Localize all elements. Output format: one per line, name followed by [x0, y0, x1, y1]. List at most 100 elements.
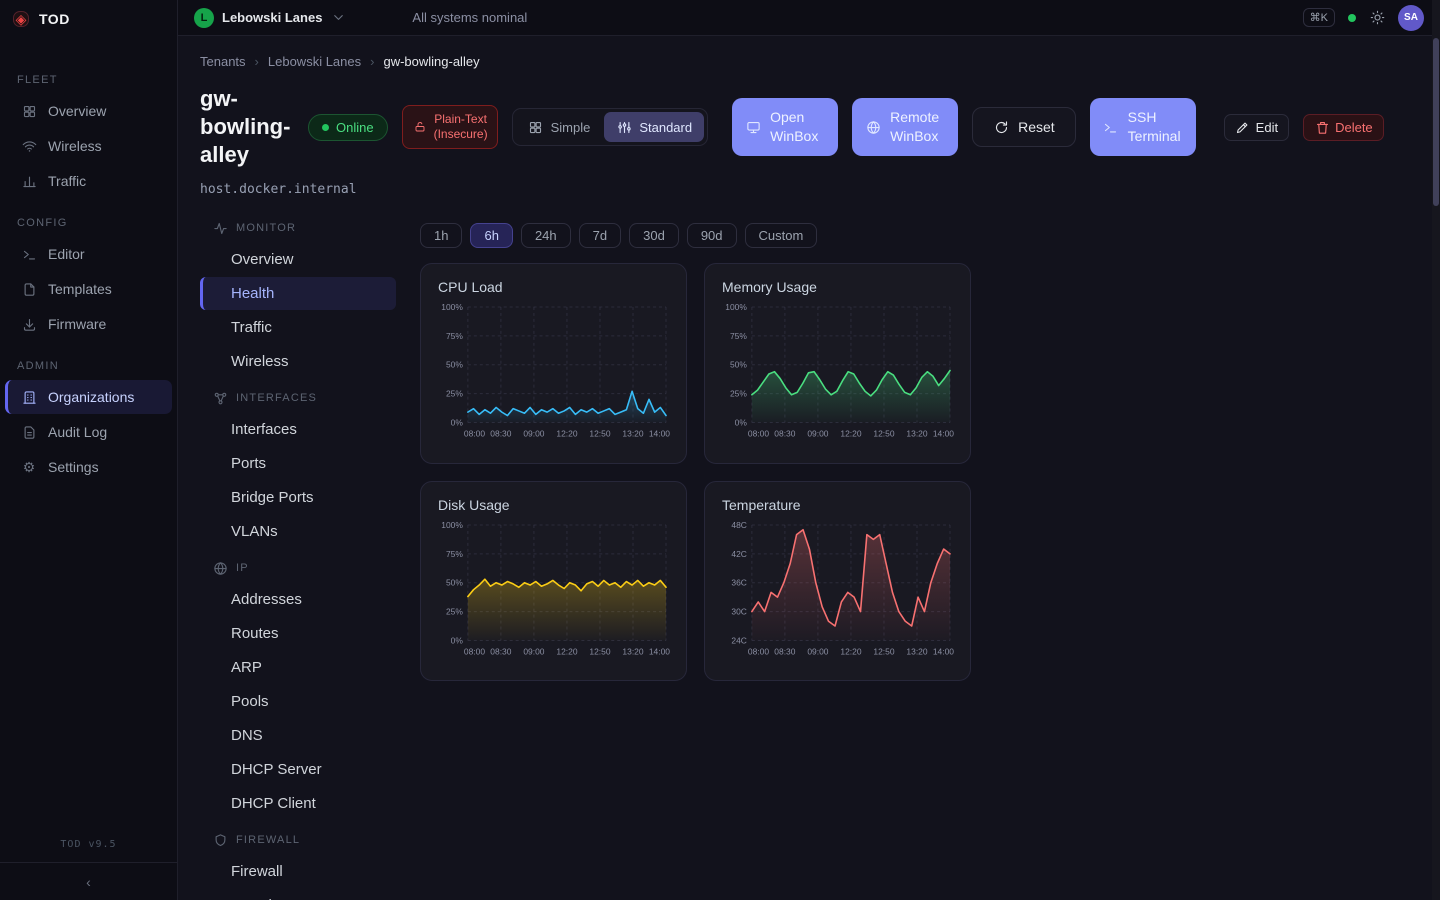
subnav-item-overview[interactable]: Overview — [200, 243, 396, 276]
sidebar-section-label-admin: ADMIN — [0, 342, 177, 379]
breadcrumb-item-tenants[interactable]: Tenants — [200, 54, 246, 69]
svg-text:0%: 0% — [451, 418, 464, 428]
svg-text:48C: 48C — [731, 520, 747, 530]
subnav-item-health[interactable]: Health — [200, 277, 396, 310]
activity-icon — [212, 220, 228, 236]
sidebar-item-wireless[interactable]: Wireless — [5, 129, 172, 163]
audit-icon — [21, 424, 37, 440]
svg-text:08:00: 08:00 — [464, 429, 485, 439]
svg-text:75%: 75% — [730, 331, 747, 341]
command-palette-shortcut[interactable]: ⌘K — [1303, 8, 1335, 27]
chevron-down-icon[interactable] — [330, 10, 346, 26]
delete-button[interactable]: Delete — [1303, 114, 1384, 141]
subnav-item-firewall[interactable]: Firewall — [200, 855, 396, 888]
edit-button[interactable]: Edit — [1224, 114, 1289, 141]
subnav-item-pools[interactable]: Pools — [200, 685, 396, 718]
subnav-item-interfaces[interactable]: Interfaces — [200, 413, 396, 446]
gear-icon: ⚙ — [21, 459, 37, 475]
svg-text:13:20: 13:20 — [622, 646, 643, 656]
svg-text:12:20: 12:20 — [840, 429, 861, 439]
open-winbox-button[interactable]: Open WinBox — [732, 98, 838, 156]
subnav-section-text: IP — [236, 562, 249, 574]
sidebar-sections: FLEETOverviewWirelessTrafficCONFIGEditor… — [0, 38, 177, 839]
subnav-item-addresses[interactable]: Addresses — [200, 583, 396, 616]
svg-text:30C: 30C — [731, 606, 747, 616]
subnav-item-wireless[interactable]: Wireless — [200, 345, 396, 378]
sidebar-item-settings[interactable]: ⚙Settings — [5, 450, 172, 484]
time-range-6h[interactable]: 6h — [470, 223, 512, 248]
mode-simple-button[interactable]: Simple — [516, 112, 603, 142]
mode-standard-button[interactable]: Standard — [604, 112, 704, 142]
user-avatar[interactable]: SA — [1398, 5, 1424, 31]
time-range-custom[interactable]: Custom — [745, 223, 818, 248]
subnav-item-mangle[interactable]: Mangle — [200, 889, 396, 900]
time-range-group: 1h 6h 24h 7d 30d 90d Custom — [420, 223, 971, 248]
svg-text:08:00: 08:00 — [748, 429, 769, 439]
chart-card-memory: Memory Usage100%75%50%25%0%08:0008:3009:… — [704, 263, 971, 463]
subnav-item-routes[interactable]: Routes — [200, 617, 396, 650]
scrollbar-thumb[interactable] — [1433, 38, 1439, 206]
breadcrumb-separator: › — [370, 54, 374, 69]
reset-label: Reset — [1018, 119, 1055, 135]
sidebar-item-firmware[interactable]: Firmware — [5, 307, 172, 341]
wifi-icon — [21, 138, 37, 154]
time-range-7d[interactable]: 7d — [579, 223, 621, 248]
svg-text:12:50: 12:50 — [589, 429, 610, 439]
ssh-terminal-button[interactable]: SSH Terminal — [1090, 98, 1196, 156]
sidebar-item-label: Templates — [48, 281, 112, 297]
sidebar-item-audit-log[interactable]: Audit Log — [5, 415, 172, 449]
time-range-90d[interactable]: 90d — [687, 223, 737, 248]
sidebar-collapse-button[interactable]: ‹ — [0, 862, 177, 900]
breadcrumb-item-gw-bowling-alley: gw-bowling-alley — [383, 54, 479, 69]
app-version: TOD v9.5 — [0, 839, 177, 862]
theme-toggle-sun-icon[interactable] — [1369, 10, 1385, 26]
svg-text:14:00: 14:00 — [933, 429, 954, 439]
remote-winbox-button[interactable]: Remote WinBox — [852, 98, 958, 156]
subnav-item-dhcp-server[interactable]: DHCP Server — [200, 753, 396, 786]
main-area: L Lebowski Lanes All systems nominal ⌘K … — [178, 0, 1440, 900]
svg-text:75%: 75% — [446, 549, 463, 559]
time-range-24h[interactable]: 24h — [521, 223, 571, 248]
page-content: Tenants›Lebowski Lanes›gw-bowling-alley … — [178, 36, 1440, 900]
subnav-item-dhcp-client[interactable]: DHCP Client — [200, 787, 396, 820]
sidebar-item-templates[interactable]: Templates — [5, 272, 172, 306]
svg-text:36C: 36C — [731, 578, 747, 588]
sidebar-item-overview[interactable]: Overview — [5, 94, 172, 128]
breadcrumb-item-lebowski-lanes[interactable]: Lebowski Lanes — [268, 54, 361, 69]
sidebar-item-traffic[interactable]: Traffic — [5, 164, 172, 198]
subnav-item-bridge-ports[interactable]: Bridge Ports — [200, 481, 396, 514]
layout-grid-icon — [528, 119, 544, 135]
download-icon — [21, 316, 37, 332]
time-range-1h[interactable]: 1h — [420, 223, 462, 248]
subnav-item-ports[interactable]: Ports — [200, 447, 396, 480]
open-winbox-label: Open WinBox — [770, 108, 825, 146]
svg-text:08:30: 08:30 — [774, 429, 795, 439]
svg-text:12:20: 12:20 — [556, 429, 577, 439]
scrollbar[interactable] — [1432, 0, 1440, 900]
subnav-item-vlans[interactable]: VLANs — [200, 515, 396, 548]
charts-grid: CPU Load100%75%50%25%0%08:0008:3009:0012… — [420, 263, 971, 681]
svg-text:25%: 25% — [446, 606, 463, 616]
sidebar-item-label: Editor — [48, 246, 85, 262]
subnav-item-arp[interactable]: ARP — [200, 651, 396, 684]
page-title: gw-bowling-alley — [200, 85, 294, 169]
reset-button[interactable]: Reset — [972, 107, 1076, 147]
sidebar-item-organizations[interactable]: Organizations — [5, 380, 172, 414]
app-logo: ◈ TOD — [0, 0, 177, 38]
shield-icon — [212, 832, 228, 848]
svg-text:09:00: 09:00 — [807, 429, 828, 439]
svg-text:0%: 0% — [735, 418, 748, 428]
online-status-badge: Online — [308, 114, 388, 141]
subnav-item-traffic[interactable]: Traffic — [200, 311, 396, 344]
svg-text:13:20: 13:20 — [906, 646, 927, 656]
tenant-switcher[interactable]: Lebowski Lanes — [222, 10, 322, 25]
chart-card-temperature: Temperature48C42C36C30C24C08:0008:3009:0… — [704, 481, 971, 681]
globe-icon — [212, 560, 228, 576]
building-icon — [21, 389, 37, 405]
time-range-30d[interactable]: 30d — [629, 223, 679, 248]
sidebar-item-editor[interactable]: Editor — [5, 237, 172, 271]
svg-text:75%: 75% — [446, 331, 463, 341]
svg-text:09:00: 09:00 — [523, 429, 544, 439]
svg-text:08:00: 08:00 — [748, 646, 769, 656]
subnav-item-dns[interactable]: DNS — [200, 719, 396, 752]
